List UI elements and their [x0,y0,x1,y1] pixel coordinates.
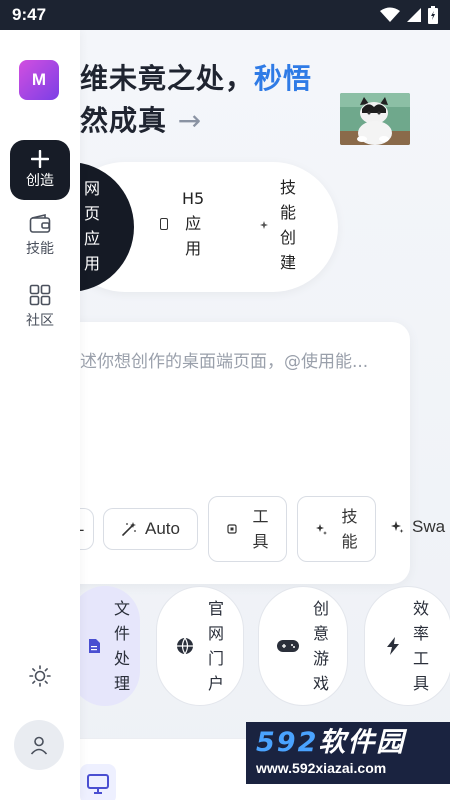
headline-prefix: 维未竟之处， [80,62,255,95]
portal-char: 门 [207,649,224,668]
mode-h5-char: 用 [185,239,202,258]
watermark-url: www.592xiazai.com [256,760,387,776]
auto-label: Auto [145,519,180,538]
phone-icon [160,217,168,230]
efficiency-char: 率 [412,624,429,643]
mode-skill-create[interactable]: 技 能 创 建 [260,175,296,275]
cat-image [340,93,410,145]
sun-icon [29,665,51,687]
sidebar-item-community[interactable]: 社区 [10,284,70,330]
swap-label: Swa [412,517,446,536]
gamepad-icon [276,640,299,652]
swap-button[interactable]: Swa [390,517,445,537]
watermark-number: 592 [256,727,319,758]
mode-web-char: 用 [84,254,101,273]
portal-char: 网 [207,624,224,643]
wifi-icon [380,7,400,22]
category-efficiency-tools[interactable]: 效 率 工 具 [364,586,450,706]
sparkle-icon [260,221,268,229]
headline-line2: 然成真 [80,104,168,137]
sidebar-item-skill[interactable]: 技能 [10,214,70,258]
tools-button[interactable]: 工 具 [208,496,287,562]
mode-web-char: 网 [84,179,101,198]
sidebar-item-create[interactable]: 创造 [10,140,70,200]
sidebar-item-label: 创造 [26,173,54,189]
skill-char: 能 [341,532,358,551]
wallet-icon [29,214,51,233]
category-creative-games[interactable]: 创 意 游 戏 [258,586,348,706]
auto-mode-button[interactable]: Auto [103,508,198,550]
game-char: 意 [312,624,329,643]
portal-char: 户 [207,674,224,693]
skills-button[interactable]: 技 能 [297,496,376,562]
bolt-icon [386,637,399,655]
mode-h5-app[interactable]: H5 应 用 [160,186,204,261]
sidebar: M 创造 技能 社区 [0,30,80,800]
skill-char: 技 [341,507,358,526]
avatar[interactable]: M [19,60,59,100]
chip-icon [227,524,238,534]
efficiency-char: 效 [412,599,429,618]
category-file-processing[interactable]: 文 件 处 理 [70,586,140,706]
tool-char: 具 [252,532,269,551]
user-button[interactable] [14,720,64,770]
file-char: 处 [113,649,130,668]
sparkle-icon [316,524,328,535]
magic-wand-icon [122,522,136,536]
mode-h5-char: H5 [182,189,205,208]
grid-icon [29,284,51,306]
mode-skill-char: 能 [280,203,297,222]
game-char: 创 [312,599,329,618]
mode-skill-char: 技 [280,178,297,197]
mode-skill-char: 建 [280,253,297,272]
globe-icon [176,637,193,655]
page-headline: 维未竟之处，秒悟 然成真 → [80,58,312,142]
status-bar: 9:47 [0,0,450,30]
game-char: 游 [312,649,329,668]
efficiency-char: 具 [412,674,429,693]
status-icons [380,6,438,24]
mode-h5-char: 应 [185,214,202,233]
sparkle-icon [391,521,404,533]
file-char: 文 [113,599,130,618]
file-char: 理 [113,674,130,693]
prompt-input[interactable]: 述你想创作的桌面端页面，@使用能... [80,346,390,379]
sidebar-item-label: 社区 [26,313,54,329]
signal-icon [407,8,421,22]
plus-icon [31,150,49,168]
battery-icon [428,6,438,24]
file-char: 件 [113,624,130,643]
mode-skill-char: 创 [280,228,297,247]
sidebar-item-label: 技能 [26,241,54,257]
user-icon [30,736,48,755]
watermark-brand: 软件园 [318,727,406,758]
category-official-portal[interactable]: 官 网 门 户 [156,586,244,706]
theme-toggle[interactable] [26,662,54,690]
portal-char: 官 [207,599,224,618]
mode-web-char: 页 [84,204,101,223]
tool-char: 工 [252,507,269,526]
watermark: 592软件园 www.592xiazai.com [246,722,450,784]
mode-web-char: 应 [84,229,101,248]
game-char: 戏 [312,674,329,693]
headline-accent: 秒悟 [254,62,313,95]
arrow-right-icon[interactable]: → [178,104,202,137]
monitor-icon[interactable] [80,764,116,800]
status-time: 9:47 [12,5,47,24]
document-icon [88,639,100,653]
efficiency-char: 工 [412,649,429,668]
